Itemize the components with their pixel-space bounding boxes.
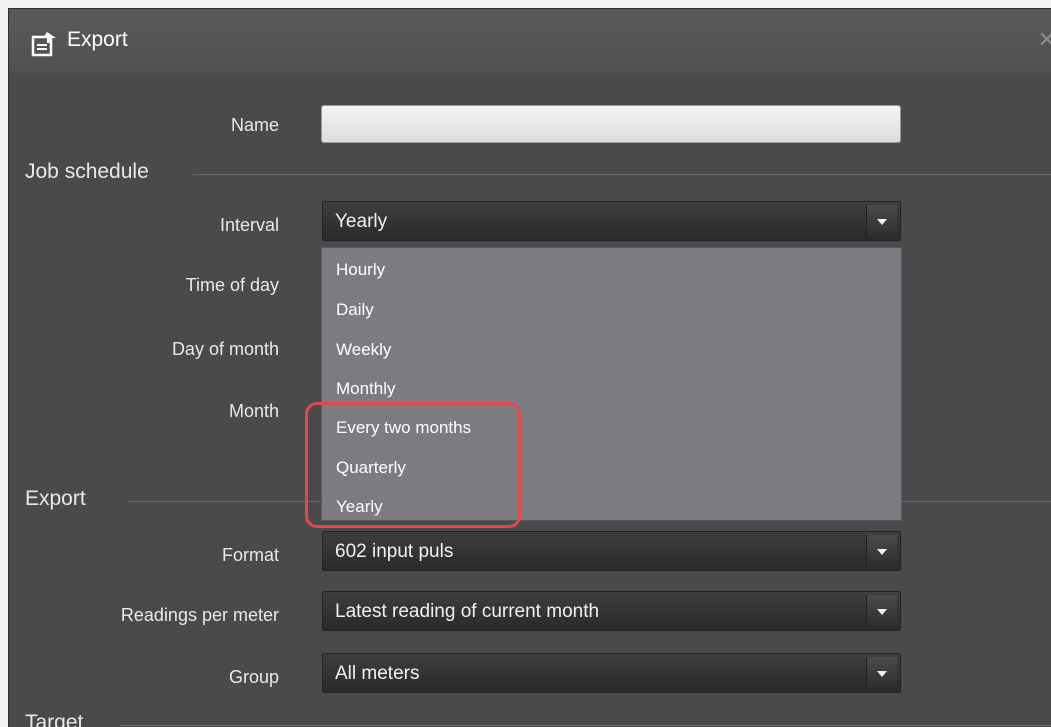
group-label: Group [228, 667, 279, 687]
interval-label: Interval [219, 215, 279, 235]
day-of-month-label: Day of month [171, 339, 279, 359]
name-input[interactable] [321, 105, 901, 143]
chevron-down-icon[interactable] [866, 595, 897, 627]
job-schedule-heading: Job schedule [25, 160, 149, 183]
interval-dropdown[interactable]: Yearly [322, 201, 901, 241]
interval-option-daily[interactable]: Daily [336, 300, 374, 320]
job-schedule-divider [193, 174, 1051, 175]
group-value: All meters [335, 663, 420, 684]
time-of-day-label: Time of day [185, 275, 279, 295]
name-label: Name [230, 115, 279, 135]
interval-option-weekly[interactable]: Weekly [336, 340, 391, 360]
interval-option-hourly[interactable]: Hourly [336, 260, 385, 280]
target-heading: Target [25, 711, 84, 727]
export-heading: Export [25, 487, 86, 510]
highlight-box [305, 402, 521, 528]
chevron-down-icon[interactable] [866, 657, 897, 689]
title-bar: Export ✕ [9, 9, 1051, 73]
interval-value: Yearly [335, 211, 388, 232]
close-icon[interactable]: ✕ [1038, 27, 1051, 53]
export-dialog: Export ✕ Name Job schedule Interval Year… [8, 8, 1051, 727]
chevron-down-icon[interactable] [866, 535, 897, 567]
readings-per-meter-dropdown[interactable]: Latest reading of current month [322, 591, 901, 631]
readings-value: Latest reading of current month [335, 601, 600, 622]
interval-option-monthly[interactable]: Monthly [336, 379, 396, 399]
month-label: Month [228, 401, 279, 421]
dialog-title: Export [67, 28, 128, 51]
format-label: Format [221, 545, 279, 565]
export-icon [31, 32, 56, 57]
format-dropdown[interactable]: 602 input puls [322, 531, 901, 571]
chevron-down-icon[interactable] [866, 205, 897, 237]
format-value: 602 input puls [335, 541, 454, 562]
group-dropdown[interactable]: All meters [322, 653, 901, 693]
readings-per-meter-label: Readings per meter [120, 605, 279, 625]
